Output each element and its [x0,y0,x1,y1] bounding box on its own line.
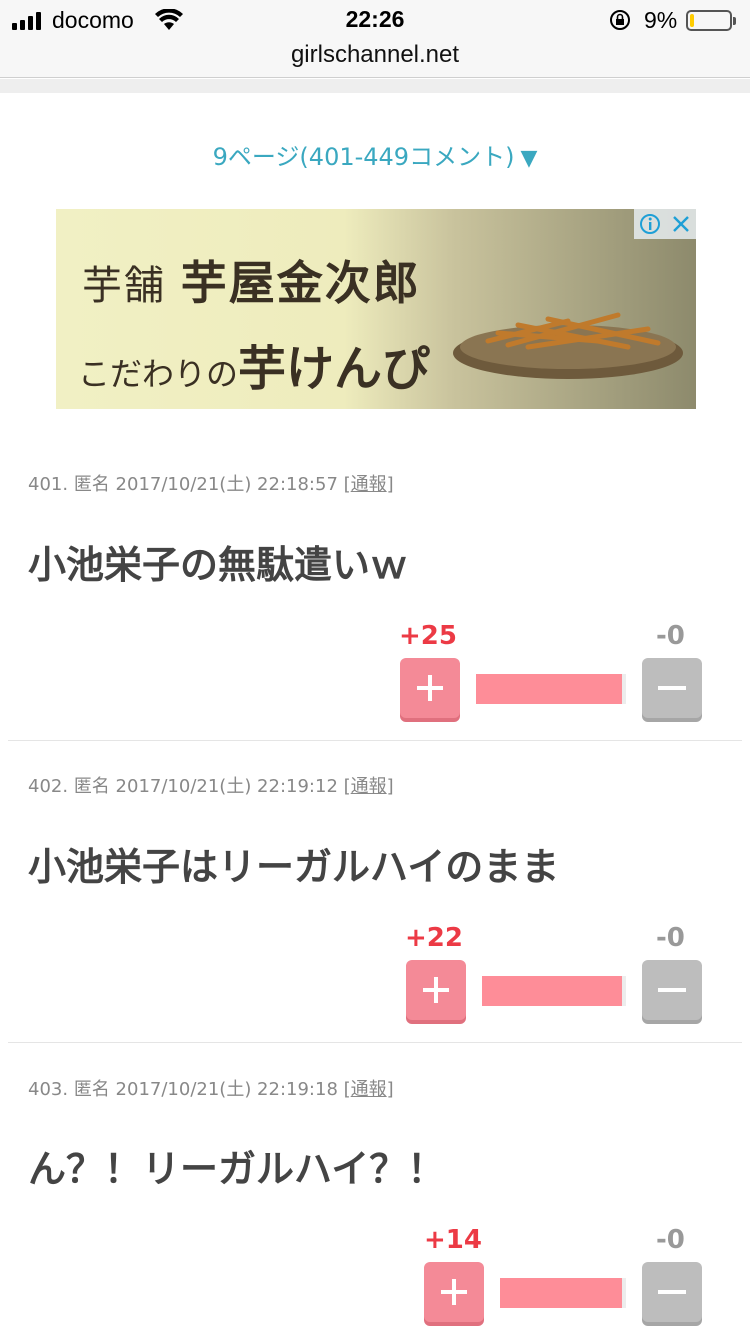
minus-button[interactable] [642,658,702,718]
plus-count: +22 [405,923,463,953]
ad-info-button[interactable] [634,209,665,239]
plus-button[interactable] [400,658,460,718]
snack-plate-image [453,312,683,379]
page-selector[interactable]: 9ページ(401-449コメント) ▼ [0,137,750,172]
comment-datetime: 2017/10/21(土) 22:19:18 [115,1079,338,1100]
comment-meta: 401. 匿名 2017/10/21(土) 22:18:57 [通報] [28,474,394,495]
url-text: girlschannel.net [290,41,460,68]
comment-meta: 402. 匿名 2017/10/21(土) 22:19:12 [通報] [28,776,394,797]
minus-button[interactable] [642,960,702,1020]
report-link[interactable]: 通報 [351,1079,387,1100]
comment-body: 小池栄子の無駄遣いｗ [28,543,409,587]
ad-close-button[interactable] [665,209,696,239]
comment-meta: 403. 匿名 2017/10/21(土) 22:19:18 [通報] [28,1079,394,1100]
battery-percent: 9% [644,7,678,33]
close-icon [672,216,689,232]
minus-count: -0 [656,621,685,651]
report-link[interactable]: 通報 [351,776,387,797]
ad-banner[interactable]: 芋舗 芋屋金次郎 こだわりの芋けんぴ [56,209,696,409]
page-selector-label: 9ページ(401-449コメント) [212,143,515,171]
header-band [0,79,750,93]
comment-divider [8,1042,742,1043]
ad-line2: こだわりの芋けんぴ [78,329,430,399]
comment-body: 小池栄子はリーガルハイのまま [28,845,560,889]
comment-author: 匿名 [73,1079,110,1100]
comment-divider [8,740,742,741]
rotation-lock-icon [610,10,630,30]
report-link[interactable]: 通報 [351,474,387,495]
clock: 22:26 [345,6,405,32]
comment-number: 402. [28,776,69,797]
plus-button[interactable] [424,1262,484,1322]
battery-fill [690,14,694,27]
ad-brand: 芋屋金次郎 [180,256,421,310]
comment-datetime: 2017/10/21(土) 22:18:57 [115,474,338,495]
vote-ratio-bar-end [622,976,626,1006]
plus-button[interactable] [406,960,466,1020]
comment-number: 401. [28,474,69,495]
vote-ratio-bar [476,674,622,704]
status-bar: docomo 22:26 9% [0,0,750,40]
comment-number: 403. [28,1079,69,1100]
comment-author: 匿名 [73,776,110,797]
vote-ratio-bar [500,1278,622,1308]
minus-button[interactable] [642,1262,702,1322]
vote-ratio-bar-end [622,1278,626,1308]
ad-product: 芋けんぴ [238,341,431,397]
address-bar[interactable]: girlschannel.net [0,40,750,78]
plus-count: +25 [399,621,457,651]
plus-count: +14 [424,1225,482,1255]
vote-ratio-bar [482,976,622,1006]
ad-controls [634,209,696,239]
info-icon [639,214,660,234]
comment-author: 匿名 [73,474,110,495]
battery-icon [686,10,732,31]
comment-datetime: 2017/10/21(土) 22:19:12 [115,776,338,797]
comment-body: ん？！リーガルハイ？！ [28,1147,446,1191]
minus-count: -0 [656,1225,685,1255]
ad-line1-small: 芋舗 [82,263,166,309]
battery-tip [733,17,736,25]
ad-line2-small: こだわりの [78,355,239,393]
vote-ratio-bar-end [622,674,626,704]
dropdown-arrow-icon: ▼ [520,146,538,171]
ad-line1: 芋舗 芋屋金次郎 [82,247,421,313]
minus-count: -0 [656,923,685,953]
